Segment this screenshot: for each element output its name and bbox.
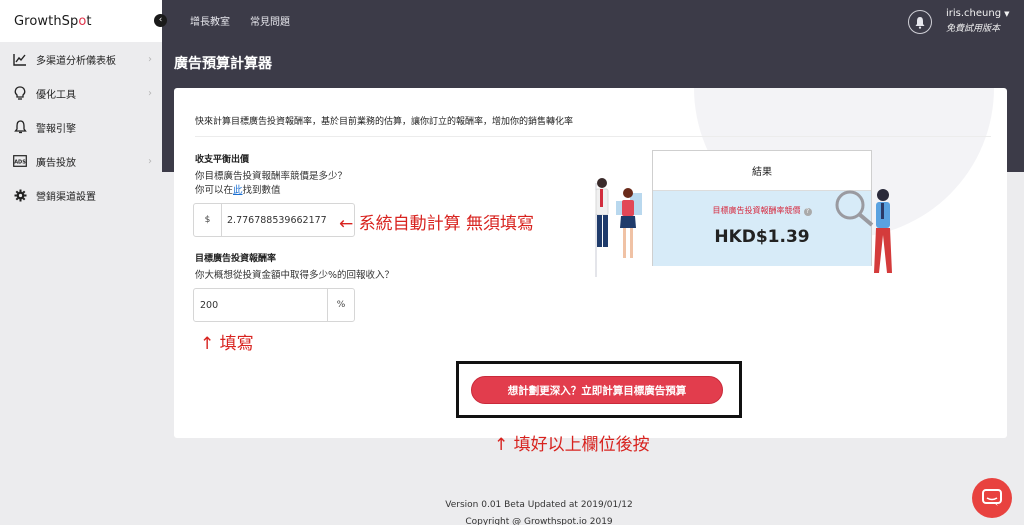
currency-addon: $ [194,204,222,236]
sidebar-item-label: 警報引擎 [36,123,76,135]
sidebar-item-label: 優化工具 [36,89,76,101]
breakeven-question: 你目標廣告投資報酬率競價是多少？ [195,171,348,182]
chat-support-icon[interactable] [972,478,1012,518]
sidebar-item-alerts[interactable]: 警報引擎 [0,110,162,144]
cta-highlight-frame: 想計劃更深入？立即計算目標廣告預算 [456,361,742,418]
target-roas-field[interactable] [194,289,327,321]
username-text: iris.cheung [946,8,1002,19]
sidebar-item-label: 多渠道分析儀表板 [36,55,116,67]
hint-prefix: 你可以在 [195,185,234,196]
sidebar-item-dashboard[interactable]: 多渠道分析儀表板 › [0,42,162,76]
chevron-right-icon: › [148,87,152,99]
calculate-budget-button[interactable]: 想計劃更深入？立即計算目標廣告預算 [471,376,723,404]
hint-suffix: 找到數值 [242,185,281,196]
notifications-bell-icon[interactable] [908,10,932,34]
target-roas-input-group: % [193,288,355,322]
ads-icon: ADS [13,154,27,168]
logo-text-prefix: GrowthSp [14,13,79,29]
sidebar-item-channel-settings[interactable]: 營銷渠道設置 [0,178,162,212]
svg-text:ADS: ADS [14,159,26,165]
nav-link-faq[interactable]: 常見問題 [250,13,290,28]
caret-down-icon: ▼ [1004,10,1010,18]
business-people-illustration [595,178,642,277]
breakeven-title: 收支平衡出價 [195,155,250,165]
target-roas-question: 你大概想從投資金額中取得多少%的回報收入？ [195,270,395,281]
intro-text: 快來計算目標廣告投資報酬率，基於目前業務的估算，讓你訂立的報酬率，增加你的銷售轉… [195,117,574,127]
sidebar-item-label: 營銷渠道設置 [36,191,96,203]
sidebar-item-optimization[interactable]: 優化工具 › [0,76,162,110]
collapse-sidebar-icon[interactable]: ‹ [154,14,167,27]
lightbulb-icon [13,86,27,100]
calculator-card: 快來計算目標廣告投資報酬率，基於目前業務的估算，讓你訂立的報酬率，增加你的銷售轉… [174,88,1007,438]
annotation-auto-calculated: ← 系統自動計算 無須填寫 [339,214,535,234]
breakeven-hint: 你可以在此找到數值 [195,182,281,196]
chart-line-icon [13,52,27,66]
analyst-illustration [835,189,892,273]
page-title: 廣告預算計算器 [174,56,272,72]
footer-copyright: Copyright @ Growthspot.io 2019 [465,517,613,525]
divider [195,136,991,137]
nav-link-growth-class[interactable]: 增長教室 [190,13,230,28]
sidebar-item-label: 廣告投放 [36,157,76,169]
breakeven-bid-field[interactable] [222,204,354,236]
footer-version: Version 0.01 Beta Updated at 2019/01/12 [445,500,633,510]
app-logo[interactable]: GrowthSpot [14,14,92,29]
username: iris.cheung ▼ [946,8,1009,19]
logo-text-suffix: t [86,13,92,29]
plan-label: 免費試用版本 [946,24,1001,34]
annotation-press-after-fill: ↑ 填好以上欄位後按 [494,435,650,455]
result-label-text: 目標廣告投資報酬率競價 [712,206,801,215]
breakeven-input-group: $ [193,203,355,237]
sidebar: GrowthSpot ‹ 多渠道分析儀表板 › 優化工具 › 警報引擎 ADS … [0,0,167,525]
hint-link[interactable]: 此 [233,185,243,196]
percent-addon: % [327,289,354,321]
target-roas-title: 目標廣告投資報酬率 [195,254,277,264]
annotation-fill-in: ↑ 填寫 [200,334,254,354]
user-menu[interactable]: iris.cheung ▼ 免費試用版本 [946,8,1009,34]
chevron-right-icon: › [148,53,152,65]
logo-bar: GrowthSpot ‹ [0,0,167,42]
sidebar-item-ads[interactable]: ADS 廣告投放 › [0,144,162,178]
bell-icon [13,120,27,134]
top-nav: 增長教室 常見問題 [190,13,290,28]
help-icon[interactable]: ? [803,208,812,216]
gear-icon [13,188,27,202]
chevron-right-icon: › [148,155,152,167]
